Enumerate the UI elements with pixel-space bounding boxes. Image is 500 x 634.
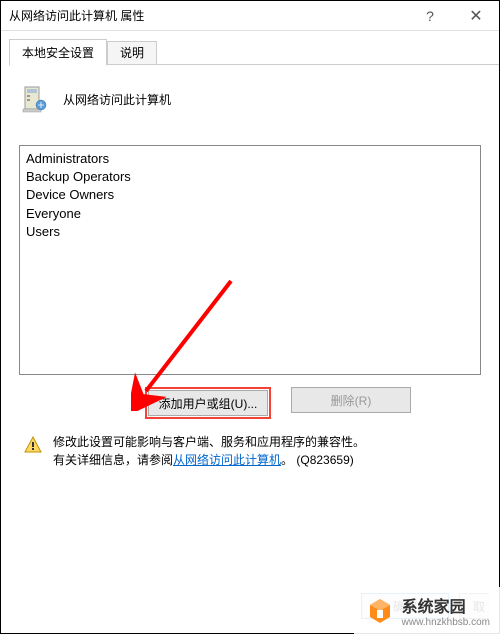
titlebar: 从网络访问此计算机 属性 ? ✕: [1, 1, 499, 31]
watermark: 系统家园 www.hnzkhbsb.com: [354, 587, 500, 634]
help-button[interactable]: ?: [407, 1, 453, 31]
tab-content: 从网络访问此计算机 Administrators Backup Operator…: [1, 65, 499, 481]
watermark-brand: 系统家园: [402, 599, 466, 616]
window-title: 从网络访问此计算机 属性: [9, 7, 407, 24]
tab-local-security[interactable]: 本地安全设置: [9, 39, 107, 66]
close-button[interactable]: ✕: [453, 1, 499, 31]
remove-button: 删除(R): [291, 387, 411, 413]
warning-text: 修改此设置可能影响与客户端、服务和应用程序的兼容性。 有关详细信息，请参阅从网络…: [53, 433, 365, 469]
list-item[interactable]: Everyone: [26, 205, 474, 223]
tab-description[interactable]: 说明: [107, 41, 157, 65]
compatibility-warning: 修改此设置可能影响与客户端、服务和应用程序的兼容性。 有关详细信息，请参阅从网络…: [19, 433, 481, 469]
watermark-url: www.hnzkhbsb.com: [402, 617, 490, 628]
users-groups-listbox[interactable]: Administrators Backup Operators Device O…: [19, 145, 481, 375]
list-item[interactable]: Users: [26, 223, 474, 241]
add-user-group-button[interactable]: 添加用户或组(U)...: [148, 390, 268, 416]
warning-icon: [23, 435, 43, 458]
list-item[interactable]: Backup Operators: [26, 168, 474, 186]
policy-name: 从网络访问此计算机: [63, 91, 171, 108]
policy-header: 从网络访问此计算机: [19, 83, 481, 115]
help-link[interactable]: 从网络访问此计算机: [173, 453, 281, 467]
highlight-annotation: 添加用户或组(U)...: [145, 387, 271, 419]
tab-strip: 本地安全设置 说明: [1, 31, 499, 65]
list-item[interactable]: Administrators: [26, 150, 474, 168]
policy-icon: [19, 83, 51, 115]
properties-dialog: 从网络访问此计算机 属性 ? ✕ 本地安全设置 说明 从网络访问此计算机: [0, 0, 500, 634]
watermark-logo-icon: [364, 595, 396, 627]
list-item[interactable]: Device Owners: [26, 186, 474, 204]
list-buttons: 添加用户或组(U)... 删除(R): [19, 387, 481, 419]
